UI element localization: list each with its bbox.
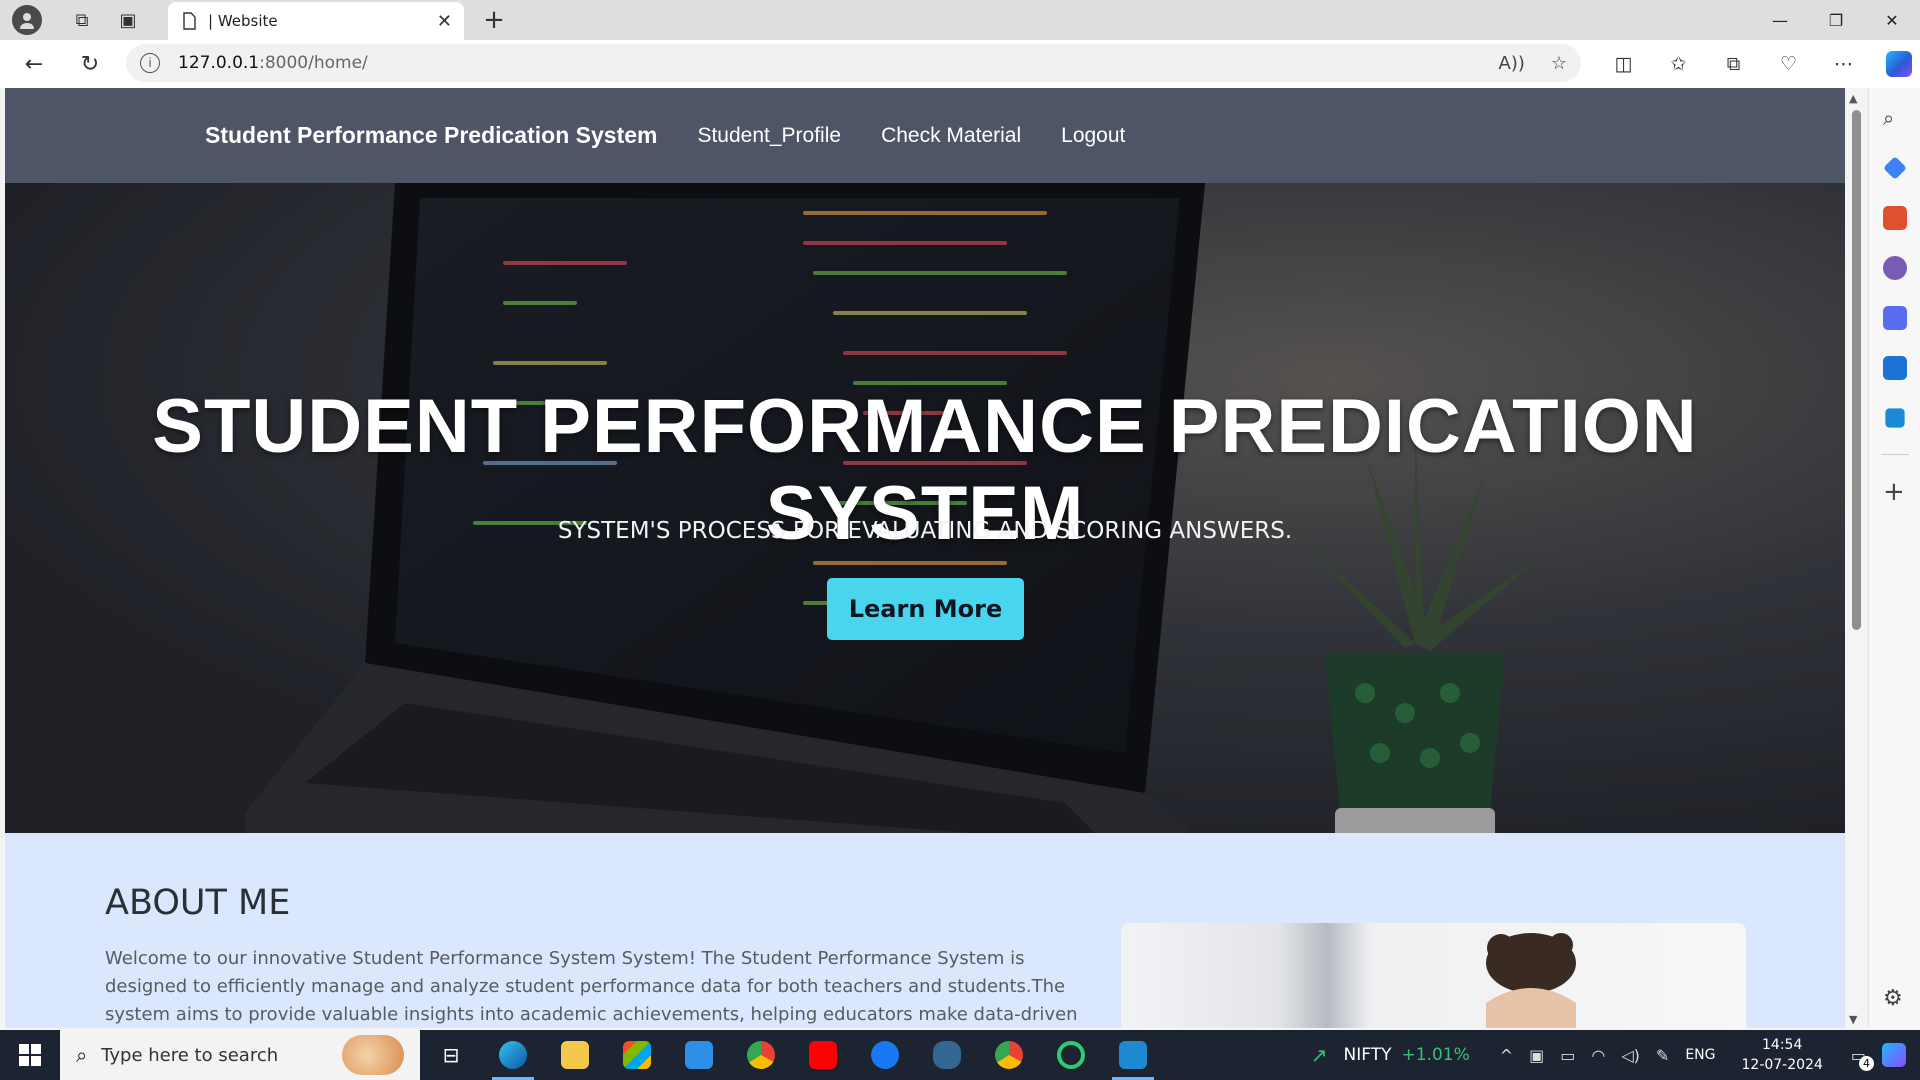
more-options-icon[interactable]: ⋯ [1816,44,1871,84]
split-screen-icon[interactable]: ◫ [1596,44,1651,84]
vertical-tabs-icon[interactable]: ▣ [108,0,148,40]
taskbar-search-box[interactable]: ⌕ Type here to search [60,1030,420,1080]
taskbar-search-placeholder: Type here to search [101,1044,279,1066]
nifty-change[interactable]: +1.01% [1402,1045,1470,1065]
favorites-icon[interactable]: ✩ [1651,44,1706,84]
restore-window-icon[interactable]: ❐ [1808,0,1864,40]
mail-icon[interactable] [668,1030,730,1080]
stock-chart-icon[interactable]: ↗ [1311,1043,1328,1067]
settings-gear-icon[interactable]: ⚙ [1883,986,1903,1011]
meet-now-icon[interactable]: ▣ [1529,1046,1544,1065]
new-tab-icon[interactable]: + [478,4,510,36]
scroll-down-icon[interactable]: ▼ [1849,1013,1857,1026]
copilot-taskbar-icon[interactable] [1882,1043,1906,1067]
learn-more-button[interactable]: Learn More [827,578,1024,640]
hero-section: STUDENT PERFORMANCE PREDICATION SYSTEM S… [5,183,1845,833]
notification-center-icon[interactable]: ▭ 4 [1851,1046,1874,1071]
page-document-icon [183,12,196,30]
facebook-icon[interactable] [854,1030,916,1080]
microsoft-365-icon[interactable] [1883,306,1907,330]
volume-icon[interactable]: ◁) [1621,1046,1640,1065]
system-tray: ↗ NIFTY +1.01% ^ ▣ ▭ ◠ ◁) ✎ ENG 14:54 12… [1311,1030,1920,1080]
clock-date: 12-07-2024 [1741,1057,1823,1073]
browser-tab-bar: ⧉ ▣ | Website ✕ + — ❐ ✕ [0,0,1920,40]
about-text: Welcome to our innovative Student Perfor… [105,948,1078,1025]
outlook-icon[interactable] [1883,356,1907,380]
copilot-icon[interactable] [1871,44,1920,84]
youtube-icon[interactable] [792,1030,854,1080]
windows-taskbar: ⌕ Type here to search ⊟ ↗ NIFTY +1.01% ^… [0,1030,1920,1080]
show-hidden-icons-icon[interactable]: ^ [1500,1046,1513,1065]
search-icon: ⌕ [76,1043,88,1067]
spinner-app-icon[interactable] [1040,1030,1102,1080]
scroll-up-icon[interactable]: ▲ [1849,92,1857,105]
collections-icon[interactable]: ⧉ [1706,44,1761,84]
chrome-icon[interactable] [730,1030,792,1080]
windows-start-icon[interactable] [0,1030,60,1080]
read-aloud-icon[interactable]: A)) [1499,53,1525,74]
about-section: ABOUT ME Welcome to our innovative Stude… [5,833,1845,1028]
edge-taskbar-icon[interactable] [482,1030,544,1080]
workspaces-icon[interactable]: ⧉ [62,0,102,40]
profile-avatar-icon[interactable] [12,5,42,35]
page-scrollbar[interactable]: ▲ ▼ [1846,88,1866,1028]
close-window-icon[interactable]: ✕ [1864,0,1920,40]
back-arrow-icon[interactable]: ← [14,44,54,84]
pen-icon[interactable]: ✎ [1656,1046,1669,1065]
vscode-icon[interactable] [1102,1030,1164,1080]
page-viewport: Student Performance Predication System S… [5,88,1845,1028]
sidebar-divider [1881,454,1909,455]
notification-count: 4 [1859,1055,1874,1071]
language-indicator[interactable]: ENG [1685,1047,1715,1063]
url-path: :8000/home/ [259,53,368,73]
site-brand[interactable]: Student Performance Predication System [205,122,657,149]
nav-link-logout[interactable]: Logout [1061,124,1125,148]
refresh-icon[interactable]: ↻ [70,44,110,84]
search-icon[interactable]: ⌕ [1883,106,1907,130]
site-info-icon[interactable]: i [140,53,160,73]
chrome-profile-icon[interactable] [978,1030,1040,1080]
file-explorer-icon[interactable] [544,1030,606,1080]
about-heading: ABOUT ME [105,883,291,923]
microsoft-store-icon[interactable] [606,1030,668,1080]
shopping-tag-icon[interactable] [1883,156,1907,180]
minimize-window-icon[interactable]: — [1752,0,1808,40]
search-highlight-icon [342,1035,404,1075]
site-navbar: Student Performance Predication System S… [5,88,1845,183]
games-icon[interactable] [1883,256,1907,280]
postgresql-icon[interactable] [916,1030,978,1080]
favorite-star-icon[interactable]: ☆ [1551,53,1567,74]
drop-icon[interactable] [1885,408,1905,428]
browser-sidebar: ⌕ + ⚙ [1868,88,1920,1028]
url-host: 127.0.0.1 [178,53,260,73]
scrollbar-thumb[interactable] [1852,110,1861,630]
task-view-icon[interactable]: ⊟ [420,1030,482,1080]
tools-icon[interactable] [1883,206,1907,230]
add-sidebar-app-icon[interactable]: + [1883,479,1905,505]
browser-essentials-icon[interactable]: ♡ [1761,44,1816,84]
nav-link-student-profile[interactable]: Student_Profile [697,124,841,148]
wifi-icon[interactable]: ◠ [1591,1046,1605,1065]
about-photo [1121,923,1746,1028]
nav-link-check-material[interactable]: Check Material [881,124,1021,148]
tab-title: | Website [208,12,278,30]
address-bar[interactable]: i 127.0.0.1:8000/home/ A)) ☆ [126,44,1581,82]
address-toolbar: ← ↻ i 127.0.0.1:8000/home/ A)) ☆ ◫ ✩ ⧉ ♡… [0,40,1920,88]
battery-icon[interactable]: ▭ [1560,1046,1575,1065]
nifty-label[interactable]: NIFTY [1344,1045,1392,1065]
taskbar-clock[interactable]: 14:54 12-07-2024 [1742,1035,1823,1075]
close-tab-icon[interactable]: ✕ [437,11,452,32]
browser-tab-active[interactable]: | Website ✕ [168,2,464,40]
clock-time: 14:54 [1762,1037,1803,1053]
hero-subtitle: SYSTEM'S PROCESS FOR EVALUATING AND SCOR… [557,518,1293,544]
